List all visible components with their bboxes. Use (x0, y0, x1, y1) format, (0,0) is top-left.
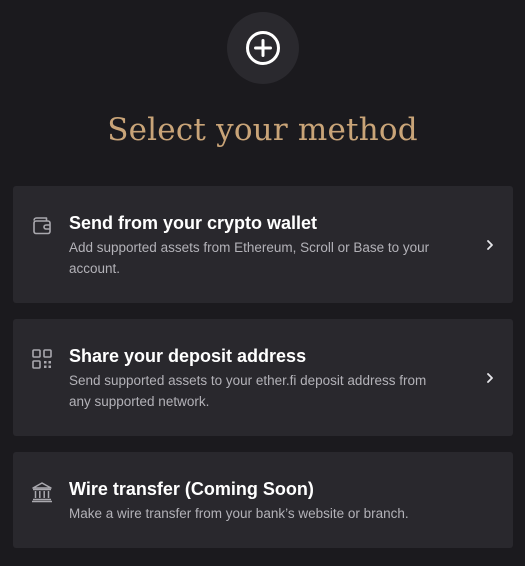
method-description: Add supported assets from Ethereum, Scro… (69, 240, 430, 276)
wallet-icon (30, 214, 54, 238)
method-title: Wire transfer (Coming Soon) (69, 479, 314, 499)
chevron-right-icon (483, 238, 497, 252)
method-card-deposit-address[interactable]: Share your deposit address Send supporte… (13, 319, 513, 436)
bank-icon (30, 480, 54, 504)
method-title: Share your deposit address (69, 346, 307, 366)
plus-circle-icon (246, 31, 280, 65)
method-description: Make a wire transfer from your bank’s we… (69, 506, 409, 521)
method-description: Send supported assets to your ether.fi d… (69, 373, 427, 409)
deposit-method-page: Select your method Send from your crypto… (0, 0, 525, 566)
qr-code-icon (30, 347, 54, 371)
method-card-crypto-wallet[interactable]: Send from your crypto wallet Add support… (13, 186, 513, 303)
page-title: Select your method (107, 112, 418, 148)
method-title: Send from your crypto wallet (69, 213, 318, 233)
chevron-right-icon (483, 371, 497, 385)
add-funds-badge (227, 12, 299, 84)
method-card-wire-transfer[interactable]: Wire transfer (Coming Soon) Make a wire … (13, 452, 513, 548)
